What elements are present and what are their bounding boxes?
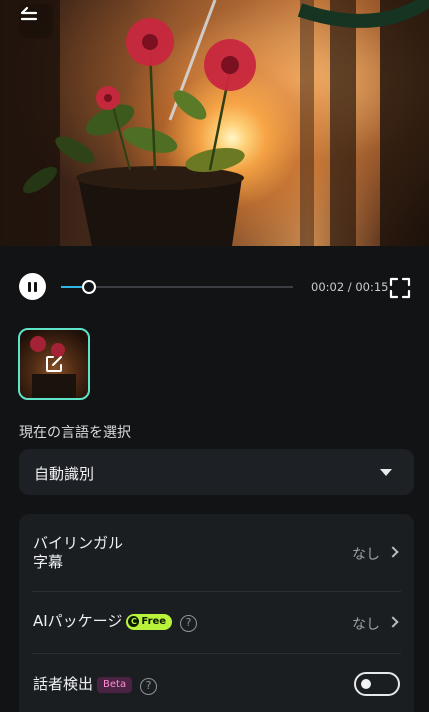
chevron-right-icon bbox=[387, 546, 399, 558]
toggle-knob bbox=[361, 679, 371, 689]
language-dropdown[interactable]: 自動識別 bbox=[19, 449, 414, 495]
bilingual-subtitle-value: なし bbox=[352, 547, 380, 563]
ai-package-row[interactable]: AIパッケージ C Free? なし bbox=[19, 592, 414, 653]
back-arrow-icon bbox=[20, 6, 38, 21]
beta-badge: Beta bbox=[97, 677, 133, 693]
video-preview[interactable] bbox=[0, 0, 429, 246]
language-label: 現在の言語を選択 bbox=[19, 425, 131, 441]
help-icon[interactable]: ? bbox=[180, 615, 198, 632]
playback-controls: 00:02 / 00:15 bbox=[0, 268, 429, 306]
ai-package-title: AIパッケージ bbox=[33, 612, 123, 630]
subtitle-settings-card: バイリンガル 字幕 なし AIパッケージ C Free? なし 話者検出 Beta? bbox=[19, 514, 414, 712]
fullscreen-button[interactable] bbox=[389, 277, 411, 299]
speaker-detection-row: 話者検出 Beta? bbox=[19, 654, 414, 712]
help-icon[interactable]: ? bbox=[140, 678, 158, 695]
language-selected-value: 自動識別 bbox=[34, 465, 95, 483]
caret-down-icon bbox=[380, 469, 392, 476]
app-screen: 00:02 / 00:15 現在の言語を選択 自動識別 バイリンガル 字幕 なし bbox=[0, 0, 429, 712]
chevron-right-icon bbox=[387, 616, 399, 628]
free-badge: C Free bbox=[126, 613, 173, 630]
pause-icon bbox=[28, 281, 31, 292]
clip-thumbnail[interactable] bbox=[18, 328, 90, 400]
fullscreen-icon bbox=[389, 277, 411, 299]
bilingual-subtitle-title: バイリンガル 字幕 bbox=[33, 534, 124, 571]
video-frame-illustration bbox=[0, 0, 429, 246]
coin-icon: C bbox=[128, 616, 140, 627]
speaker-detection-title: 話者検出 bbox=[33, 675, 94, 693]
seek-handle[interactable] bbox=[82, 280, 96, 294]
back-button[interactable] bbox=[19, 4, 53, 38]
ai-package-value: なし bbox=[352, 617, 380, 633]
time-display: 00:02 / 00:15 bbox=[311, 280, 389, 294]
edit-icon bbox=[46, 356, 62, 372]
pause-button[interactable] bbox=[19, 273, 46, 300]
bilingual-subtitle-row[interactable]: バイリンガル 字幕 なし bbox=[19, 514, 414, 591]
speaker-detection-toggle[interactable] bbox=[354, 672, 400, 696]
